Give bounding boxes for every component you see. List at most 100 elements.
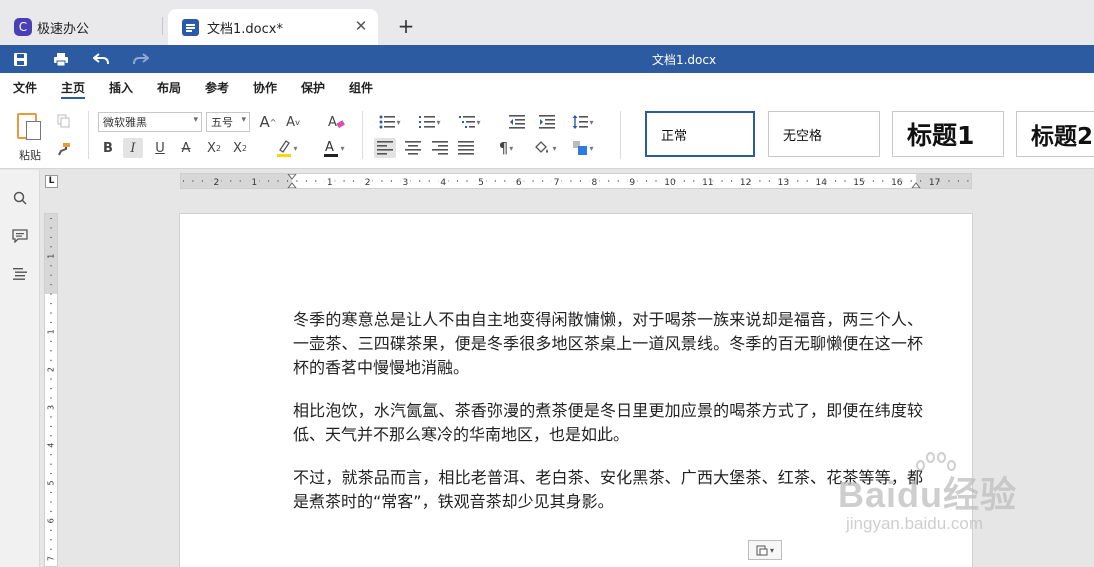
chevron-down-icon: ▾ xyxy=(340,143,345,153)
highlight-button[interactable]: ▾ xyxy=(272,138,302,158)
ruler-ticks: 1 1 2 3 4 5 6 7 xyxy=(46,218,56,564)
add-tab-button[interactable]: + xyxy=(396,14,416,38)
ruler-tick xyxy=(50,303,52,305)
style-heading-1[interactable]: 标题1 xyxy=(892,111,1004,157)
menu-protect[interactable]: 保护 xyxy=(301,79,325,96)
ruler-label: 5 xyxy=(47,480,56,485)
document-icon xyxy=(182,18,199,36)
bold-button[interactable]: B xyxy=(98,138,118,158)
ruler-tick xyxy=(759,180,761,182)
menu-insert[interactable]: 插入 xyxy=(109,79,133,96)
decrease-indent-icon[interactable] xyxy=(507,112,527,132)
ruler-label: 17 xyxy=(929,178,940,188)
grow-font-button[interactable]: A ^ xyxy=(258,112,278,132)
horizontal-ruler[interactable]: 2 1 1 2 3 4 5 6 7 8 9 10 11 12 13 14 15 16 17 xyxy=(180,173,972,189)
menu-home[interactable]: 主页 xyxy=(61,79,85,96)
ruler-tick xyxy=(183,180,184,182)
ruler-label: 10 xyxy=(664,178,676,188)
tab-stop-selector[interactable]: L xyxy=(45,175,58,188)
font-name-select[interactable]: 微软雅黑 ▾ xyxy=(98,112,202,132)
copy-icon[interactable] xyxy=(55,112,73,130)
ruler-tick xyxy=(532,180,534,182)
paragraph-mark-button[interactable]: ¶ ▾ xyxy=(492,138,520,158)
comment-icon[interactable] xyxy=(10,226,30,246)
active-menu-indicator xyxy=(61,97,85,99)
search-icon[interactable] xyxy=(10,188,30,208)
increase-indent-icon[interactable] xyxy=(537,112,557,132)
shrink-font-button[interactable]: Av xyxy=(283,112,303,132)
style-normal[interactable]: 正常 xyxy=(645,111,755,157)
menu-collaborate[interactable]: 协作 xyxy=(253,79,277,96)
grow-font-icon: A xyxy=(259,113,270,131)
format-painter-icon[interactable] xyxy=(55,140,73,158)
bullet-list-button[interactable]: ▾ xyxy=(376,112,404,132)
ruler-tick xyxy=(50,284,52,286)
document-page[interactable]: 冬季的寒意总是让人不由自主地变得闲散慵懒，对于喝茶一族来说却是福音，两三个人、一… xyxy=(179,213,973,567)
ruler-tick xyxy=(50,425,52,427)
ruler-label: 1 xyxy=(327,178,333,188)
underline-button[interactable]: U xyxy=(150,138,170,158)
tab-document[interactable]: 文档1.docx* ✕ xyxy=(168,9,378,45)
ruler-tick xyxy=(608,180,610,182)
ruler-label: 2 xyxy=(214,178,220,188)
ruler-tick xyxy=(466,180,468,182)
ruler-tick xyxy=(50,322,52,323)
ruler-tick xyxy=(721,180,723,182)
line-spacing-button[interactable]: ▾ xyxy=(568,112,598,132)
menu-components[interactable]: 组件 xyxy=(349,79,373,96)
ruler-tick xyxy=(239,180,241,182)
chevron-down-icon: ▾ xyxy=(552,143,557,153)
menu-references[interactable]: 参考 xyxy=(205,79,229,96)
navigation-icon[interactable] xyxy=(10,264,30,284)
strikethrough-button[interactable]: A xyxy=(176,138,196,158)
tab-app-home[interactable]: C 极速办公 xyxy=(0,9,160,45)
document-body[interactable]: 冬季的寒意总是让人不由自主地变得闲散慵懒，对于喝茶一族来说却是福音，两三个人、一… xyxy=(293,308,923,533)
multilevel-list-button[interactable]: ▾ xyxy=(456,112,484,132)
ruler-tick xyxy=(50,227,52,229)
close-icon[interactable]: ✕ xyxy=(352,17,370,35)
font-size-select[interactable]: 五号 ▾ xyxy=(206,112,250,132)
ruler-tick xyxy=(50,539,52,541)
border-button[interactable]: ▾ xyxy=(568,138,598,158)
ruler-tick xyxy=(50,312,52,314)
ruler-tick xyxy=(882,180,884,182)
align-right-icon[interactable] xyxy=(429,138,451,158)
tab-strip: C 极速办公 文档1.docx* ✕ + xyxy=(0,0,1094,45)
svg-text:A: A xyxy=(328,115,337,130)
vertical-ruler[interactable]: 1 1 2 3 4 5 6 7 xyxy=(44,213,58,567)
superscript-button[interactable]: X2 xyxy=(203,138,225,158)
clear-format-button[interactable]: A xyxy=(325,112,347,132)
paragraph-2[interactable]: 相比泡饮，水汽氤氲、茶香弥漫的煮茶便是冬日里更加应景的喝茶方式了，即便在纬度较低… xyxy=(293,399,923,447)
justify-icon[interactable] xyxy=(455,138,477,158)
menu-file[interactable]: 文件 xyxy=(13,79,37,96)
paragraph-3[interactable]: 不过，就茶品而言，相比老普洱、老白茶、安化黑茶、广西大堡茶、红茶、花茶等等，都是… xyxy=(293,466,923,514)
tab-divider xyxy=(162,17,163,35)
align-left-icon[interactable] xyxy=(374,138,396,158)
ruler-tick xyxy=(50,397,52,399)
ruler-tick xyxy=(50,350,52,352)
numbered-list-button[interactable]: ▾ xyxy=(416,112,444,132)
italic-button[interactable]: I xyxy=(123,138,143,158)
ruler-tick xyxy=(50,246,52,248)
paste-options-button[interactable]: ▾ xyxy=(748,540,782,560)
font-color-button[interactable]: A ▾ xyxy=(319,138,349,158)
style-no-spacing[interactable]: 无空格 xyxy=(768,111,880,157)
subscript-button[interactable]: X2 xyxy=(229,138,251,158)
ruler-tick xyxy=(50,359,52,361)
ruler-tick xyxy=(910,180,912,182)
ribbon-separator xyxy=(620,111,621,159)
paragraph-1[interactable]: 冬季的寒意总是让人不由自主地变得闲散慵懒，对于喝茶一族来说却是福音，两三个人、一… xyxy=(293,308,923,380)
shading-button[interactable]: ▾ xyxy=(530,138,560,158)
ruler-tick xyxy=(570,180,572,182)
menu-layout[interactable]: 布局 xyxy=(157,79,181,96)
ruler-label: 12 xyxy=(740,178,751,188)
align-center-icon[interactable] xyxy=(402,138,424,158)
app-logo-icon: C xyxy=(14,18,32,36)
ruler-tick xyxy=(201,180,203,182)
paste-button[interactable]: 粘贴 xyxy=(13,111,47,163)
ruler-label: 2 xyxy=(365,178,371,188)
ruler-tick xyxy=(835,180,837,182)
ruler-label: 1 xyxy=(47,254,56,259)
ruler-tick xyxy=(428,180,430,182)
style-heading-2[interactable]: 标题2 xyxy=(1016,111,1094,157)
